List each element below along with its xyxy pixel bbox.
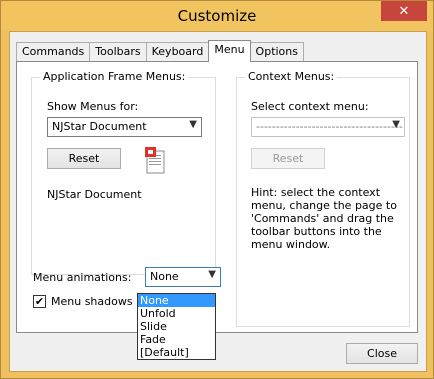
close-window-button[interactable]: ✕	[381, 1, 427, 21]
show-menus-for-label: Show Menus for:	[47, 100, 139, 113]
menu-animations-label: Menu animations:	[33, 271, 132, 284]
context-menu-value: ----------------------------------------…	[256, 120, 403, 136]
chevron-down-icon: ▼	[392, 119, 400, 130]
animation-option-slide[interactable]: Slide	[138, 320, 215, 333]
menu-shadows-checkbox[interactable]: ✔	[33, 295, 46, 308]
tab-menu[interactable]: Menu	[208, 40, 251, 62]
app-frame-reset-button[interactable]: Reset	[47, 148, 121, 169]
tab-strip: Commands Toolbars Keyboard Menu Options	[16, 40, 304, 62]
animation-option-none[interactable]: None	[138, 294, 215, 307]
context-menu-select[interactable]: ----------------------------------------…	[251, 117, 405, 137]
chevron-down-icon: ▼	[208, 269, 216, 280]
dialog-client: Commands Toolbars Keyboard Menu Options …	[9, 31, 427, 372]
tab-keyboard[interactable]: Keyboard	[145, 42, 210, 62]
menu-animations-dropdown: None Unfold Slide Fade [Default]	[137, 293, 216, 360]
show-menus-for-value: NJStar Document	[52, 120, 147, 133]
context-reset-button[interactable]: Reset	[251, 148, 325, 169]
tab-options[interactable]: Options	[249, 42, 304, 62]
menu-animations-select[interactable]: None ▼	[145, 267, 221, 287]
show-menus-for-select[interactable]: NJStar Document ▼	[47, 117, 202, 137]
customize-dialog: Customize ✕ Commands Toolbars Keyboard M…	[0, 0, 434, 379]
tab-toolbars[interactable]: Toolbars	[89, 42, 147, 62]
app-frame-menus-legend: Application Frame Menus:	[40, 70, 189, 83]
menu-tab-panel: Application Frame Menus: Show Menus for:…	[16, 61, 418, 333]
menu-animations-value: None	[150, 270, 179, 283]
select-context-menu-label: Select context menu:	[251, 100, 369, 113]
title-bar[interactable]: Customize ✕	[1, 1, 433, 31]
close-button[interactable]: Close	[346, 343, 418, 364]
context-menus-legend: Context Menus:	[245, 70, 338, 83]
animation-option-fade[interactable]: Fade	[138, 333, 215, 346]
menu-shadows-label: Menu shadows	[51, 295, 133, 308]
chevron-down-icon: ▼	[189, 119, 197, 130]
animation-option-unfold[interactable]: Unfold	[138, 307, 215, 320]
animation-option-default[interactable]: [Default]	[138, 346, 215, 359]
checkmark-icon: ✔	[34, 295, 45, 308]
document-icon	[145, 147, 165, 174]
tab-commands[interactable]: Commands	[16, 42, 91, 62]
context-hint-text: Hint: select the context menu, change th…	[251, 186, 397, 251]
document-name-label: NJStar Document	[47, 188, 142, 201]
close-icon: ✕	[398, 3, 410, 19]
window-title: Customize	[177, 7, 257, 25]
